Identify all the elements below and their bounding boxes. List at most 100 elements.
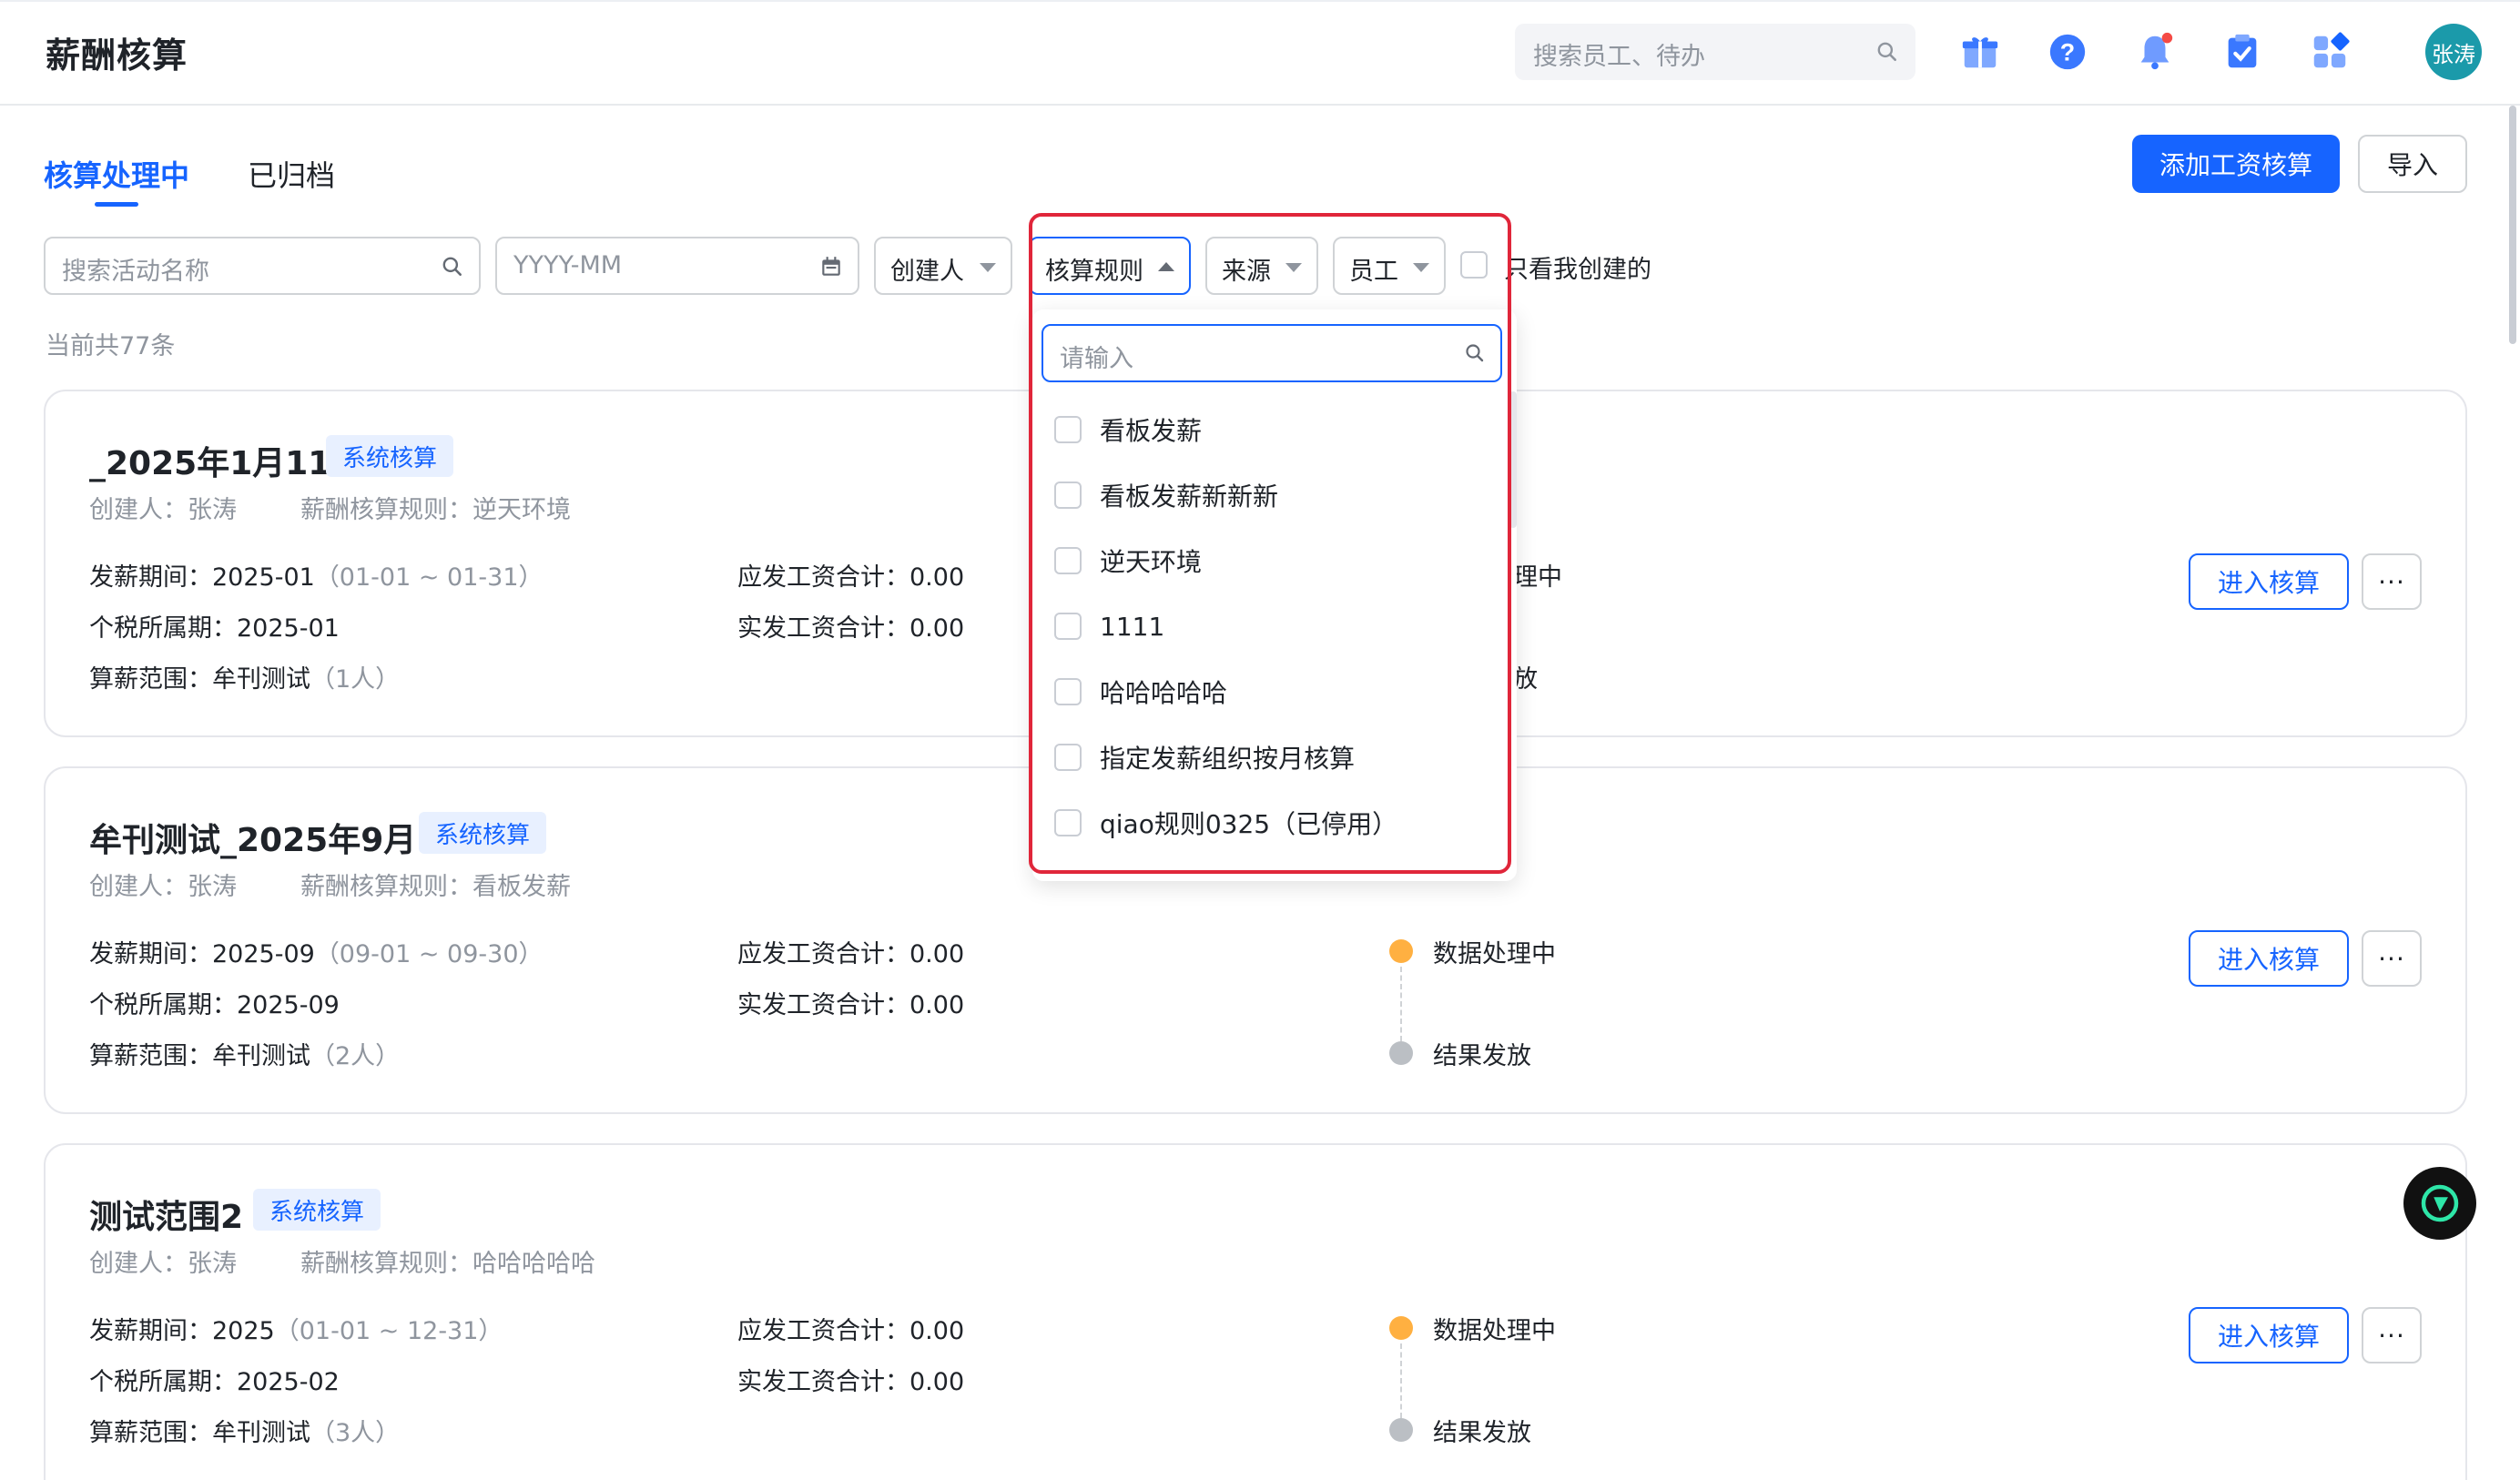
tax-label: 个税所属期： bbox=[89, 991, 237, 1019]
status-badge: 系统核算 bbox=[253, 1189, 381, 1231]
card-period: 发薪期间：2025-01（01-01 ~ 01-31） bbox=[89, 557, 544, 593]
timeline-connector bbox=[1400, 967, 1402, 1041]
timeline-connector bbox=[1400, 1343, 1402, 1418]
period-label: 发薪期间： bbox=[89, 563, 212, 592]
activity-search-input[interactable]: 搜索活动名称 bbox=[44, 237, 481, 295]
card-rule: 薪酬核算规则：看板发薪 bbox=[300, 873, 571, 901]
enter-payroll-button[interactable]: 进入核算 bbox=[2189, 1307, 2349, 1363]
result-count: 当前共77条 bbox=[46, 332, 176, 360]
period-value: 2025-01 bbox=[212, 563, 315, 592]
processing-dot-icon bbox=[1389, 1316, 1413, 1340]
tax-value: 2025-01 bbox=[237, 614, 340, 643]
scope-label: 算薪范围： bbox=[89, 1042, 212, 1070]
period-value: 2025 bbox=[212, 1317, 275, 1345]
scope-label: 算薪范围： bbox=[89, 665, 212, 694]
search-icon bbox=[442, 257, 462, 276]
search-icon bbox=[1877, 42, 1896, 61]
payable-label: 应发工资合计： bbox=[737, 940, 909, 968]
tax-value: 2025-09 bbox=[237, 991, 340, 1019]
bell-icon[interactable] bbox=[2134, 31, 2176, 73]
more-button[interactable]: ··· bbox=[2362, 1307, 2422, 1363]
gift-icon[interactable] bbox=[1959, 31, 2001, 73]
card-period: 发薪期间：2025（01-01 ~ 12-31） bbox=[89, 1311, 503, 1346]
more-button[interactable]: ··· bbox=[2362, 930, 2422, 987]
tax-label: 个税所属期： bbox=[89, 1368, 237, 1396]
creator-filter[interactable]: 创建人 bbox=[874, 237, 1012, 295]
processing-dot-icon bbox=[1389, 939, 1413, 963]
todo-icon[interactable] bbox=[2221, 31, 2263, 73]
period-label: 发薪期间： bbox=[89, 940, 212, 968]
card-payable: 应发工资合计：0.00 bbox=[737, 1311, 964, 1346]
card-period: 发薪期间：2025-09（09-01 ~ 09-30） bbox=[89, 934, 544, 969]
actual-label: 实发工资合计： bbox=[737, 614, 909, 643]
card-rule: 薪酬核算规则：哈哈哈哈哈 bbox=[300, 1250, 595, 1278]
card-tax-period: 个税所属期：2025-01 bbox=[89, 608, 340, 644]
actual-value: 0.00 bbox=[909, 614, 965, 643]
payable-label: 应发工资合计： bbox=[737, 563, 909, 592]
card-scope: 算薪范围：牟刊测试（2人） bbox=[89, 1036, 400, 1071]
month-picker-placeholder: YYYY-MM bbox=[513, 251, 623, 279]
period-range: （09-01 ~ 09-30） bbox=[314, 940, 544, 968]
assistant-fab[interactable] bbox=[2403, 1167, 2476, 1240]
payable-label: 应发工资合计： bbox=[737, 1317, 909, 1345]
card-payable: 应发工资合计：0.00 bbox=[737, 557, 964, 593]
status-processing: 数据处理中 bbox=[1433, 940, 1556, 968]
period-value: 2025-09 bbox=[212, 940, 315, 968]
period-label: 发薪期间： bbox=[89, 1317, 212, 1345]
add-payroll-button[interactable]: 添加工资核算 bbox=[2132, 135, 2340, 193]
card-rule: 薪酬核算规则：逆天环境 bbox=[300, 496, 571, 524]
chevron-down-icon bbox=[980, 263, 996, 272]
tab-archived[interactable]: 已归档 bbox=[248, 153, 335, 195]
tab-processing[interactable]: 核算处理中 bbox=[44, 153, 189, 195]
svg-text:?: ? bbox=[2060, 39, 2075, 66]
avatar[interactable]: 张涛 bbox=[2425, 24, 2482, 80]
card-tax-period: 个税所属期：2025-02 bbox=[89, 1362, 340, 1397]
status-delivery: 结果发放 bbox=[1433, 1419, 1531, 1447]
assistant-icon bbox=[2421, 1184, 2459, 1222]
page-scrollbar[interactable] bbox=[2509, 106, 2516, 344]
more-button[interactable]: ··· bbox=[2362, 553, 2422, 610]
actual-value: 0.00 bbox=[909, 991, 965, 1019]
status-badge: 系统核算 bbox=[419, 812, 547, 854]
period-range: （01-01 ~ 01-31） bbox=[314, 563, 544, 592]
card-title: _2025年1月111 bbox=[89, 445, 354, 482]
global-search-input[interactable]: 搜索员工、待办 bbox=[1515, 24, 1915, 80]
actual-value: 0.00 bbox=[909, 1368, 965, 1396]
payable-value: 0.00 bbox=[909, 1317, 965, 1345]
enter-payroll-button[interactable]: 进入核算 bbox=[2189, 553, 2349, 610]
enter-payroll-button[interactable]: 进入核算 bbox=[2189, 930, 2349, 987]
status-processing-partial: 理中 bbox=[1513, 563, 1562, 592]
apps-icon[interactable] bbox=[2309, 31, 2351, 73]
card-scope: 算薪范围：牟刊测试（3人） bbox=[89, 1413, 400, 1448]
card-creator: 创建人：张涛 bbox=[89, 1250, 237, 1278]
calendar-icon bbox=[822, 257, 840, 276]
status-delivery-partial: 放 bbox=[1513, 665, 1538, 694]
card-title: 测试范围2 bbox=[89, 1199, 244, 1236]
payable-value: 0.00 bbox=[909, 940, 965, 968]
tax-label: 个税所属期： bbox=[89, 614, 237, 643]
scope-value: 牟刊测试 bbox=[212, 665, 310, 694]
activity-search-placeholder: 搜索活动名称 bbox=[62, 258, 209, 286]
tab-active-indicator bbox=[95, 202, 138, 207]
scope-count: （2人） bbox=[310, 1042, 401, 1070]
status-badge: 系统核算 bbox=[326, 435, 454, 477]
period-range: （01-01 ~ 12-31） bbox=[274, 1317, 503, 1345]
card-creator: 创建人：张涛 bbox=[89, 496, 237, 524]
card-actual: 实发工资合计：0.00 bbox=[737, 608, 964, 644]
scope-count: （1人） bbox=[310, 665, 401, 694]
month-picker[interactable]: YYYY-MM bbox=[495, 237, 859, 295]
import-button[interactable]: 导入 bbox=[2358, 135, 2467, 193]
only-mine-label: 只看我创建的 bbox=[1504, 256, 1651, 284]
help-icon[interactable]: ? bbox=[2047, 31, 2088, 73]
tax-value: 2025-02 bbox=[237, 1368, 340, 1396]
scope-label: 算薪范围： bbox=[89, 1419, 212, 1447]
card-actual: 实发工资合计：0.00 bbox=[737, 985, 964, 1020]
scope-count: （3人） bbox=[310, 1419, 401, 1447]
card-creator: 创建人：张涛 bbox=[89, 873, 237, 901]
creator-filter-label: 创建人 bbox=[890, 258, 964, 286]
pending-dot-icon bbox=[1389, 1418, 1413, 1442]
pending-dot-icon bbox=[1389, 1041, 1413, 1065]
card-payable: 应发工资合计：0.00 bbox=[737, 934, 964, 969]
app-title: 薪酬核算 bbox=[46, 35, 188, 76]
card-scope: 算薪范围：牟刊测试（1人） bbox=[89, 659, 400, 694]
